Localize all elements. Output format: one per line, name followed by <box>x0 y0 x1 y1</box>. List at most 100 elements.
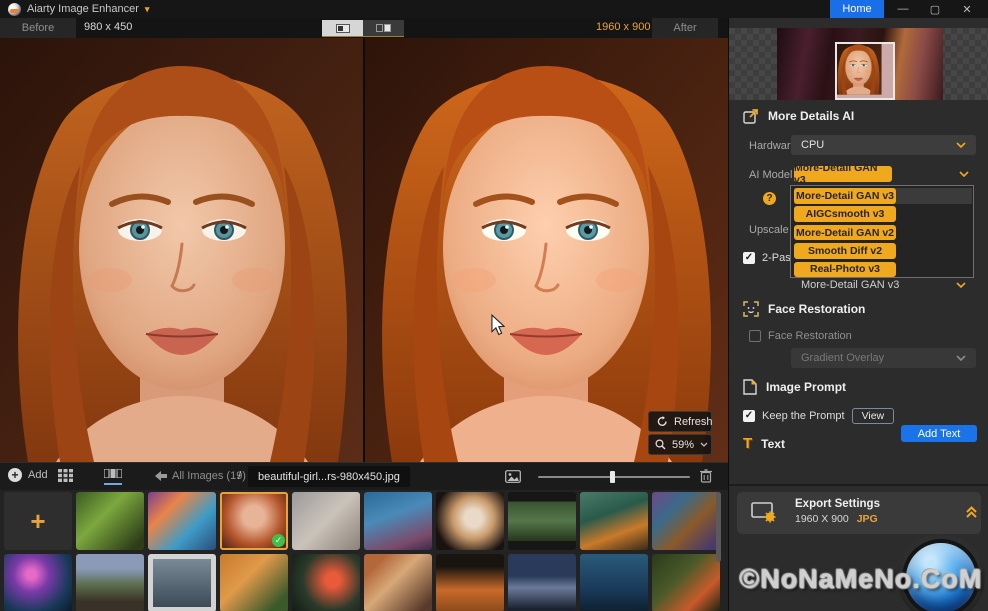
settings-sidebar: More Details AI Hardware CPU AI Model Mo… <box>728 18 988 611</box>
face-restoration-checkbox-row[interactable]: Face Restoration <box>749 330 852 342</box>
split-view-button[interactable] <box>322 20 363 36</box>
trash-icon[interactable] <box>700 469 712 486</box>
thumbnail-jungle-soldiers[interactable] <box>652 554 720 611</box>
breadcrumb[interactable]: All Images (19) <box>172 470 246 482</box>
refresh-label: Refresh <box>674 416 713 428</box>
thumbnail-green-foliage-girl[interactable] <box>76 492 144 550</box>
minimize-button[interactable]: — <box>888 0 918 18</box>
ai-model-option-pill[interactable]: AIGCsmooth v3 <box>794 206 896 222</box>
ai-model-option[interactable]: Real-Photo v3 <box>794 262 973 278</box>
thumbnail-forest-landscape[interactable] <box>508 492 576 550</box>
thumbnail-night-mountains[interactable] <box>508 554 576 611</box>
magnifier-icon <box>655 439 666 450</box>
export-format: JPG <box>857 513 878 525</box>
ai-model-option[interactable]: More-Detail GAN v2 <box>794 225 973 241</box>
thumbnail-white-flower[interactable] <box>436 492 504 550</box>
second-model-select[interactable]: More-Detail GAN v3 <box>791 275 976 295</box>
thumbnail-jar-terrarium[interactable] <box>580 492 648 550</box>
grid-view-icon[interactable] <box>58 469 73 485</box>
compare-header: Before 980 x 450 1960 x 900 After <box>0 18 728 38</box>
back-arrow-icon[interactable] <box>155 471 167 484</box>
add-text-button[interactable]: Add Text <box>901 425 977 442</box>
face-restoration-checkbox-label: Face Restoration <box>768 330 852 342</box>
thumbnail-flower-crown-woman[interactable] <box>148 492 216 550</box>
add-image-tile[interactable]: + <box>4 492 72 550</box>
close-button[interactable]: ✕ <box>952 0 982 18</box>
zoom-navigator[interactable] <box>729 28 988 100</box>
slider-thumb[interactable] <box>610 471 615 483</box>
keep-prompt-row: ✓ Keep the Prompt View <box>743 408 894 424</box>
compare-divider[interactable] <box>363 38 365 462</box>
before-size-label: 980 x 450 <box>84 21 132 33</box>
two-pass-checkbox-row[interactable]: ✓ 2-Pass <box>743 252 796 264</box>
thumbnail-blue-bottles[interactable] <box>364 492 432 550</box>
export-size: 1960 X 900JPG <box>795 513 878 525</box>
thumbnail-mountain-truck[interactable] <box>76 554 144 611</box>
hardware-chevron-icon <box>956 142 966 148</box>
ai-model-option-pill[interactable]: More-Detail GAN v3 <box>794 188 896 204</box>
browser-toolbar: + Add All Images (19) / beautiful-girl..… <box>0 462 728 490</box>
home-button[interactable]: Home <box>830 0 884 18</box>
export-settings-icon <box>751 502 777 524</box>
two-pass-checkbox[interactable]: ✓ <box>743 252 755 264</box>
app-logo-icon <box>8 3 21 16</box>
ai-model-dropdown-list: More-Detail GAN v3 AIGCsmooth v3 More-Deta… <box>790 185 974 278</box>
thumbnail-redhead-portrait[interactable]: ✓ <box>220 492 288 550</box>
image-compare-viewer[interactable]: Refresh 59% <box>0 38 728 462</box>
ai-model-option-pill[interactable]: Real-Photo v3 <box>794 262 896 278</box>
keep-prompt-label: Keep the Prompt <box>762 410 845 422</box>
second-model-chevron-icon <box>956 282 966 288</box>
side-by-side-view-button[interactable] <box>363 20 404 36</box>
keep-prompt-checkbox[interactable]: ✓ <box>743 410 755 422</box>
side-by-side-icon <box>376 24 391 32</box>
more-details-icon <box>743 108 759 124</box>
thumbnail-browser: +✓ <box>0 490 728 611</box>
export-settings-block[interactable]: Export Settings 1960 X 900JPG <box>737 492 981 534</box>
zoom-chevron-icon <box>700 442 708 447</box>
thumbnail-tiger[interactable] <box>220 554 288 611</box>
ai-model-option-pill[interactable]: Smooth Diff v2 <box>794 243 896 259</box>
before-tab[interactable]: Before <box>0 18 76 38</box>
after-tab[interactable]: After <box>652 18 718 38</box>
after-image <box>364 38 728 462</box>
maximize-button[interactable]: ▢ <box>920 0 950 18</box>
refresh-button[interactable]: Refresh <box>648 411 712 432</box>
filmstrip-view-icon[interactable] <box>104 469 122 485</box>
help-icon[interactable]: ? <box>763 192 776 205</box>
thumbnail-framed-beach-photo[interactable] <box>148 554 216 611</box>
export-collapse-icon[interactable] <box>965 505 978 519</box>
section-text: T Text <box>743 435 785 452</box>
ai-model-chevron-icon[interactable] <box>959 171 969 177</box>
thumbnail-underwater-diver[interactable] <box>580 554 648 611</box>
section-image-prompt: Image Prompt <box>743 379 846 395</box>
thumbnail-game-gem-icons[interactable] <box>652 492 720 550</box>
export-settings-title: Export Settings <box>795 498 880 510</box>
add-label: Add <box>28 469 48 481</box>
zoom-control[interactable]: 59% <box>648 434 712 455</box>
view-mode-toggles <box>322 20 404 37</box>
app-menu-chevron-icon[interactable]: ▾ <box>145 4 150 15</box>
view-prompt-button[interactable]: View <box>852 408 895 424</box>
ai-model-option[interactable]: More-Detail GAN v3 <box>794 188 972 204</box>
ai-model-option[interactable]: Smooth Diff v2 <box>794 243 973 259</box>
navigator-viewport-box[interactable] <box>835 42 895 100</box>
thumbnail-scrollbar[interactable] <box>716 492 721 562</box>
ai-model-option[interactable]: AIGCsmooth v3 <box>794 206 973 222</box>
gradient-overlay-value: Gradient Overlay <box>801 352 884 364</box>
thumbnail-braided-woman[interactable] <box>364 554 432 611</box>
add-image-button[interactable]: + Add <box>8 468 48 482</box>
thumbnail-blonde-woman[interactable] <box>292 492 360 550</box>
gradient-overlay-select[interactable]: Gradient Overlay <box>791 348 976 368</box>
thumbnail-jellyfish[interactable] <box>4 554 72 611</box>
thumbnail-size-slider[interactable] <box>538 476 690 478</box>
gradient-overlay-chevron-icon <box>956 355 966 361</box>
thumbnail-parrot-bird[interactable] <box>292 554 360 611</box>
image-prompt-title: Image Prompt <box>766 380 846 394</box>
ai-model-selected-pill[interactable]: More-Detail GAN v3 <box>794 166 892 182</box>
face-restoration-checkbox[interactable] <box>749 330 761 342</box>
ai-model-option-pill[interactable]: More-Detail GAN v2 <box>794 225 896 241</box>
selected-check-icon: ✓ <box>272 534 285 547</box>
thumbnail-old-man-orange[interactable] <box>436 554 504 611</box>
hardware-select[interactable]: CPU <box>791 135 976 155</box>
section-more-details: More Details AI <box>743 108 854 124</box>
